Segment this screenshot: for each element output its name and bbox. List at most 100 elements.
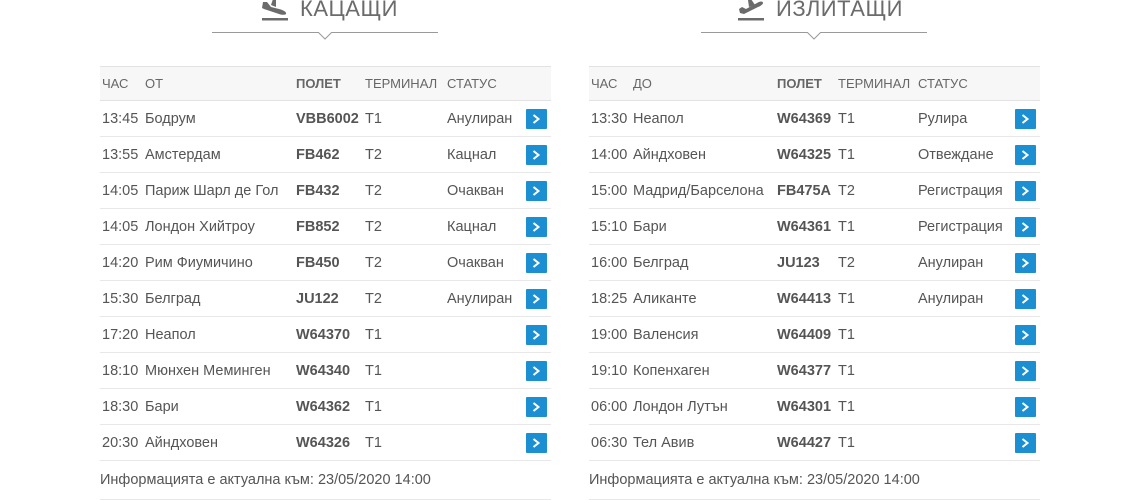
flight-details-button[interactable] <box>526 180 547 201</box>
row-action-cell <box>1010 100 1040 137</box>
flight-details-button[interactable] <box>1015 180 1036 201</box>
table-row[interactable]: 06:00 Лондон Лутън W64301 T1 <box>589 388 1040 425</box>
flight-details-button[interactable] <box>1015 432 1036 453</box>
table-row[interactable]: 13:30 Неапол W64369 T1 Рулира <box>589 100 1040 137</box>
table-row[interactable]: 13:45 Бодрум VBB6002 T1 Анулиран <box>100 100 551 137</box>
chevron-down-icon <box>807 32 821 40</box>
row-action-cell <box>1010 316 1040 353</box>
flight-number: W64325 <box>775 136 836 173</box>
flight-details-button[interactable] <box>526 432 547 453</box>
flight-details-button[interactable] <box>1015 360 1036 381</box>
row-action-cell <box>1010 352 1040 389</box>
flight-status <box>445 388 521 425</box>
plane-landing-icon <box>262 0 288 21</box>
chevron-right-icon <box>532 257 541 268</box>
flight-number: W64301 <box>775 388 836 425</box>
flight-origin: Айндховен <box>143 424 294 461</box>
flight-details-button[interactable] <box>1015 396 1036 417</box>
table-row[interactable]: 19:00 Валенсия W64409 T1 <box>589 316 1040 353</box>
flight-details-button[interactable] <box>1015 252 1036 273</box>
flight-details-button[interactable] <box>1015 216 1036 237</box>
flight-time: 06:30 <box>589 424 631 461</box>
flight-destination: Копенхаген <box>631 352 775 389</box>
departures-title: ИЗЛИТАЩИ <box>736 0 903 24</box>
flight-terminal: T2 <box>836 172 916 209</box>
flight-terminal: T2 <box>363 244 445 281</box>
table-row[interactable]: 18:25 Аликанте W64413 T1 Анулиран <box>589 280 1040 317</box>
flight-number: W64361 <box>775 208 836 245</box>
flight-number: FB450 <box>294 244 363 281</box>
flight-details-button[interactable] <box>526 360 547 381</box>
flight-status <box>445 424 521 461</box>
flight-terminal: T2 <box>363 208 445 245</box>
chevron-right-icon <box>532 185 541 196</box>
flight-status: Кацнал <box>445 208 521 245</box>
flight-status <box>445 352 521 389</box>
column-header-from: ОТ <box>145 76 164 91</box>
flight-status <box>445 316 521 353</box>
departures-update-info: Информацията е актуална към: 23/05/2020 … <box>589 461 1040 500</box>
table-row[interactable]: 17:20 Неапол W64370 T1 <box>100 316 551 353</box>
column-header-time: ЧАС <box>591 76 618 91</box>
table-row[interactable]: 14:20 Рим Фиумичино FB450 T2 Очакван <box>100 244 551 281</box>
table-row[interactable]: 20:30 Айндховен W64326 T1 <box>100 424 551 461</box>
flight-terminal: T2 <box>363 280 445 317</box>
flight-details-button[interactable] <box>526 324 547 345</box>
flight-number: W64362 <box>294 388 363 425</box>
flight-details-button[interactable] <box>526 396 547 417</box>
row-action-cell <box>521 280 551 317</box>
flight-time: 20:30 <box>100 424 143 461</box>
table-row[interactable]: 15:30 Белград JU122 T2 Анулиран <box>100 280 551 317</box>
flight-details-button[interactable] <box>1015 108 1036 129</box>
table-row[interactable]: 18:30 Бари W64362 T1 <box>100 388 551 425</box>
flight-origin: Мюнхен Меминген <box>143 352 294 389</box>
flight-terminal: T1 <box>363 424 445 461</box>
departures-header: ИЗЛИТАЩИ <box>589 0 1040 66</box>
chevron-right-icon <box>532 149 541 160</box>
table-row[interactable]: 16:00 Белград JU123 T2 Анулиран <box>589 244 1040 281</box>
table-row[interactable]: 19:10 Копенхаген W64377 T1 <box>589 352 1040 389</box>
flight-details-button[interactable] <box>526 108 547 129</box>
row-action-cell <box>1010 280 1040 317</box>
table-row[interactable]: 13:55 Амстердам FB462 T2 Кацнал <box>100 136 551 173</box>
flight-destination: Белград <box>631 244 775 281</box>
flight-details-button[interactable] <box>526 216 547 237</box>
table-row[interactable]: 06:30 Тел Авив W64427 T1 <box>589 424 1040 461</box>
flight-status: Рулира <box>916 100 1010 137</box>
flight-number: W64369 <box>775 100 836 137</box>
flight-destination: Лондон Лутън <box>631 388 775 425</box>
arrivals-panel: КАЦАЩИ ЧАС ОТ ПОЛЕТ ТЕРМИНАЛ СТАТУС 13:4… <box>100 0 551 500</box>
chevron-right-icon <box>532 437 541 448</box>
flight-details-button[interactable] <box>1015 144 1036 165</box>
departures-table: ЧАС ДО ПОЛЕТ ТЕРМИНАЛ СТАТУС 13:30 Неапол… <box>589 66 1040 461</box>
plane-takeoff-icon <box>738 0 764 21</box>
flight-time: 13:45 <box>100 100 143 137</box>
table-row[interactable]: 14:05 Лондон Хийтроу FB852 T2 Кацнал <box>100 208 551 245</box>
row-action-cell <box>1010 208 1040 245</box>
table-row[interactable]: 15:00 Мадрид/Барселона FB475A T2 Регистрация <box>589 172 1040 209</box>
table-row[interactable]: 14:05 Париж Шарл де Гол FB432 T2 Очакван <box>100 172 551 209</box>
table-row[interactable]: 15:10 Бари W64361 T1 Регистрация <box>589 208 1040 245</box>
chevron-right-icon <box>1021 185 1030 196</box>
chevron-right-icon <box>1021 221 1030 232</box>
flight-terminal: T1 <box>363 388 445 425</box>
flight-status <box>916 424 1010 461</box>
flight-status: Очакван <box>445 172 521 209</box>
flight-time: 14:05 <box>100 172 143 209</box>
row-action-cell <box>1010 136 1040 173</box>
flight-terminal: T1 <box>836 100 916 137</box>
table-row[interactable]: 14:00 Айндховен W64325 T1 Отвеждане <box>589 136 1040 173</box>
row-action-cell <box>1010 172 1040 209</box>
flight-terminal: T1 <box>836 424 916 461</box>
table-row[interactable]: 18:10 Мюнхен Меминген W64340 T1 <box>100 352 551 389</box>
flight-details-button[interactable] <box>526 144 547 165</box>
flight-number: W64370 <box>294 316 363 353</box>
flight-details-button[interactable] <box>526 288 547 309</box>
flight-details-button[interactable] <box>526 252 547 273</box>
flight-details-button[interactable] <box>1015 324 1036 345</box>
flight-number: JU122 <box>294 280 363 317</box>
table-header-row: ЧАС ОТ ПОЛЕТ ТЕРМИНАЛ СТАТУС <box>100 66 551 101</box>
flight-number: FB475A <box>775 172 836 209</box>
row-action-cell <box>521 172 551 209</box>
flight-details-button[interactable] <box>1015 288 1036 309</box>
